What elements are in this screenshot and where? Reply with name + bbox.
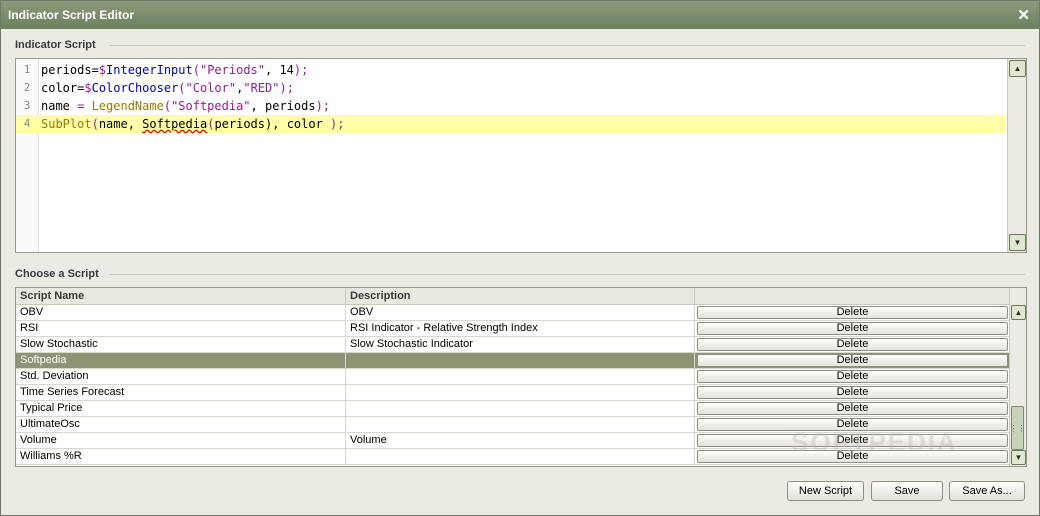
delete-button[interactable]: Delete (697, 322, 1008, 335)
column-header-description[interactable]: Description (346, 288, 695, 304)
code-token: $ (84, 81, 92, 95)
table-row[interactable]: OBV OBV Delete (16, 305, 1010, 321)
title-bar[interactable]: Indicator Script Editor ✕ (1, 1, 1039, 29)
watermark-logo: SOFTPEDIA (791, 427, 958, 457)
line-number: 2 (23, 81, 31, 94)
script-name-cell[interactable]: Softpedia (16, 353, 346, 368)
section-divider (109, 274, 1025, 275)
table-row[interactable]: Typical Price Delete (16, 401, 1010, 417)
code-token: = (77, 99, 92, 113)
new-script-button[interactable]: New Script (787, 481, 864, 501)
code-token: ( (91, 117, 99, 131)
line-number: 4 (23, 117, 31, 130)
code-token: ); (330, 117, 345, 131)
indicator-script-editor-window: Indicator Script Editor ✕ Indicator Scri… (0, 0, 1040, 516)
script-name-cell[interactable]: OBV (16, 305, 346, 320)
code-text: name = LegendName("Softpedia", periods); (41, 97, 330, 115)
code-text: periods=$IntegerInput("Periods", 14); (41, 61, 308, 79)
description-cell[interactable]: Volume (346, 433, 695, 448)
code-token: periods (214, 117, 266, 131)
scroll-down-icon[interactable]: ▼ (1009, 234, 1026, 251)
code-token: name, (98, 117, 143, 131)
code-token: "Color" (185, 81, 237, 95)
choose-script-label: Choose a Script (15, 268, 99, 280)
code-token: ( (192, 63, 200, 77)
code-token: periods= (41, 63, 99, 77)
code-token: ), color (265, 117, 331, 131)
scroll-up-icon[interactable]: ▲ (1009, 60, 1026, 77)
code-token: ); (315, 99, 331, 113)
delete-button[interactable]: Delete (697, 354, 1008, 367)
indicator-script-label: Indicator Script (15, 39, 96, 51)
script-name-cell[interactable]: UltimateOsc (16, 417, 346, 432)
description-cell[interactable] (346, 401, 695, 416)
code-token: LegendName (91, 99, 164, 113)
code-token: , 14 (265, 63, 294, 77)
description-cell[interactable]: RSI Indicator - Relative Strength Index (346, 321, 695, 336)
code-token: IntegerInput (106, 63, 193, 77)
code-token: name (41, 99, 78, 113)
delete-button[interactable]: Delete (697, 370, 1008, 383)
table-row[interactable]: RSI RSI Indicator - Relative Strength Ind… (16, 321, 1010, 337)
editor-scrollbar[interactable]: ▲ ▼ (1007, 59, 1026, 252)
description-cell[interactable] (346, 385, 695, 400)
code-token: "RED" (243, 81, 280, 95)
script-name-cell[interactable]: RSI (16, 321, 346, 336)
code-token: $ (98, 63, 107, 77)
code-token: "Periods" (199, 63, 265, 77)
code-token: ( (178, 81, 186, 95)
table-row[interactable]: Time Series Forecast Delete (16, 385, 1010, 401)
scroll-down-icon[interactable]: ▼ (1011, 450, 1026, 465)
line-number: 3 (23, 99, 31, 112)
table-row[interactable]: Std. Deviation Delete (16, 369, 1010, 385)
line-number: 1 (23, 63, 31, 76)
code-token: ( (163, 99, 172, 113)
scroll-up-icon[interactable]: ▲ (1011, 305, 1026, 320)
description-cell[interactable] (346, 449, 695, 464)
script-name-cell[interactable]: Slow Stochastic (16, 337, 346, 352)
code-token: Softpedia (142, 117, 208, 131)
description-cell[interactable] (346, 369, 695, 384)
code-token: "Softpedia" (171, 99, 251, 113)
save-as-button[interactable]: Save As... (949, 481, 1025, 501)
script-name-cell[interactable]: Time Series Forecast (16, 385, 346, 400)
script-name-cell[interactable]: Typical Price (16, 401, 346, 416)
delete-button[interactable]: Delete (697, 338, 1008, 351)
section-divider (109, 45, 1025, 46)
code-token: ); (293, 63, 309, 77)
code-token: color= (41, 81, 85, 95)
window-title: Indicator Script Editor (8, 8, 135, 22)
description-cell[interactable] (346, 353, 695, 368)
delete-button[interactable]: Delete (697, 402, 1008, 415)
description-cell[interactable]: Slow Stochastic Indicator (346, 337, 695, 352)
table-header: Script Name Description (16, 288, 1010, 305)
table-row[interactable]: Slow Stochastic Slow Stochastic Indicator… (16, 337, 1010, 353)
table-row[interactable]: Softpedia Delete (16, 353, 1010, 369)
save-button[interactable]: Save (871, 481, 943, 501)
table-scrollbar[interactable]: ▲ ⋮⋮ ▼ (1009, 288, 1026, 466)
code-token: ); (279, 81, 294, 95)
code-token: , periods (250, 99, 316, 113)
script-name-cell[interactable]: Volume (16, 433, 346, 448)
code-line[interactable]: 4 SubPlot(name, Softpedia(periods), color… (16, 115, 1006, 133)
delete-button[interactable]: Delete (697, 306, 1008, 319)
code-text: SubPlot(name, Softpedia(periods), color … (41, 115, 345, 133)
delete-button[interactable]: Delete (697, 386, 1008, 399)
close-icon[interactable]: ✕ (1017, 6, 1030, 24)
code-token: SubPlot (41, 117, 92, 131)
script-name-cell[interactable]: Std. Deviation (16, 369, 346, 384)
code-text: color=$ColorChooser("Color","RED"); (41, 79, 294, 97)
column-header-script-name[interactable]: Script Name (16, 288, 346, 304)
description-cell[interactable] (346, 417, 695, 432)
description-cell[interactable]: OBV (346, 305, 695, 320)
scroll-thumb[interactable]: ⋮⋮ (1010, 406, 1026, 450)
script-editor[interactable]: 1 periods=$IntegerInput("Periods", 14); 2 c… (15, 58, 1027, 253)
code-token: ColorChooser (91, 81, 179, 95)
script-name-cell[interactable]: Williams %R (16, 449, 346, 464)
column-header-actions (695, 288, 1010, 304)
